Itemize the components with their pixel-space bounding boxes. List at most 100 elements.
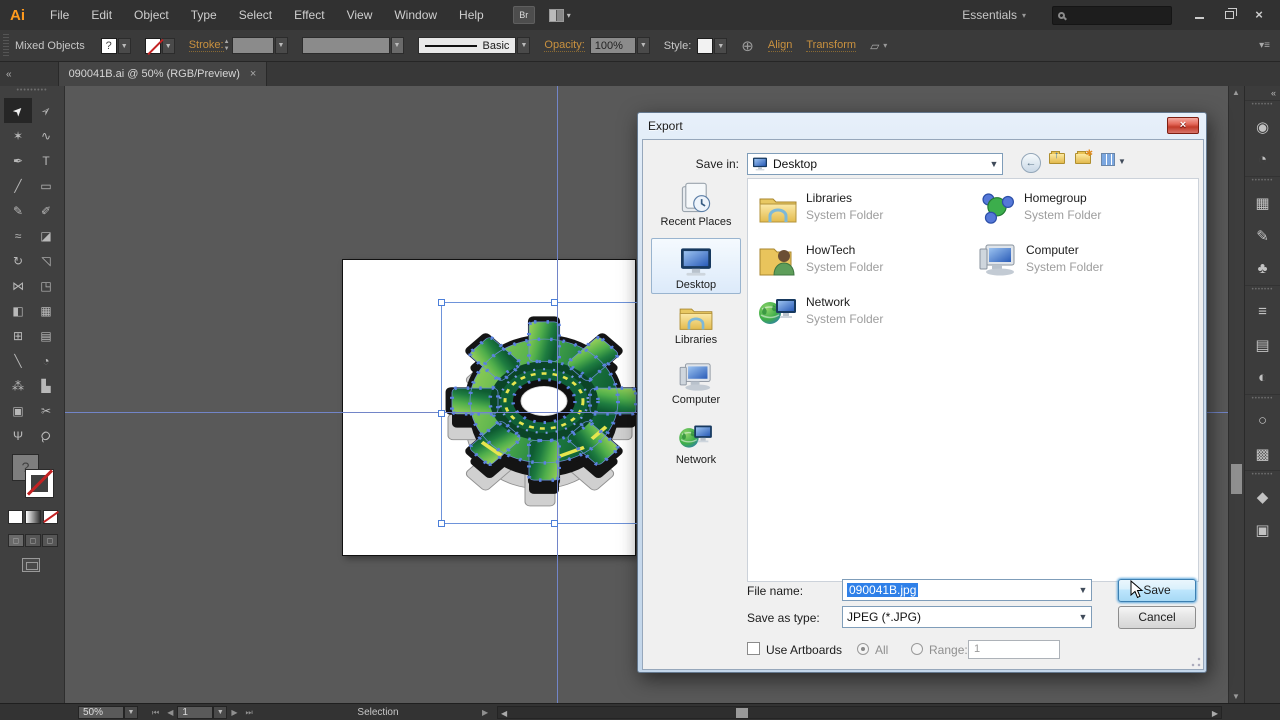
vertical-scrollbar[interactable]: ▲ ▼ — [1228, 86, 1244, 703]
perspective-grid-tool[interactable]: ▦ — [32, 298, 60, 323]
handle-mid-left[interactable] — [438, 410, 445, 417]
menu-view[interactable]: View — [336, 0, 384, 30]
brush-definition-field[interactable]: Basic — [418, 37, 517, 54]
artboard-dropdown-icon[interactable]: ▼ — [213, 706, 227, 719]
align-link[interactable]: Align — [768, 39, 792, 52]
all-radio[interactable] — [857, 643, 869, 655]
handle-top-mid[interactable] — [551, 299, 558, 306]
shaper-tool[interactable]: ≈ — [4, 223, 32, 248]
lasso-tool[interactable]: ∿ — [32, 123, 60, 148]
menu-type[interactable]: Type — [180, 0, 228, 30]
brushes-panel-icon[interactable]: ✎ — [1245, 219, 1280, 252]
stroke-weight-stepper[interactable]: ▲▼ — [224, 39, 230, 53]
direct-selection-tool[interactable]: ➢ — [32, 98, 60, 123]
type-tool[interactable]: T — [32, 148, 60, 173]
expand-panels-icon[interactable]: « — [1245, 86, 1280, 100]
handle-bottom-left[interactable] — [438, 520, 445, 527]
drag-handle[interactable] — [3, 34, 9, 58]
file-item-homegroup[interactable]: HomegroupSystem Folder — [978, 191, 1101, 225]
dialog-title-bar[interactable]: Export — [638, 113, 1206, 139]
handle-bottom-mid[interactable] — [551, 520, 558, 527]
stroke-weight-field[interactable] — [232, 37, 274, 54]
draw-inside-button[interactable]: ◻ — [42, 534, 58, 547]
slice-tool[interactable]: ✂ — [32, 398, 60, 423]
graphic-styles-panel-icon[interactable]: ▩ — [1245, 437, 1280, 470]
color-button[interactable] — [8, 510, 23, 524]
scroll-left-icon[interactable]: ◀ — [501, 709, 507, 718]
color-guide-panel-icon[interactable]: ◔ — [1245, 143, 1280, 176]
stroke-swatch-none[interactable] — [145, 38, 161, 54]
collapse-panels-icon[interactable]: « — [6, 69, 12, 80]
file-list[interactable]: LibrariesSystem Folder HowTechSystem Fol… — [747, 178, 1199, 582]
file-item-computer[interactable]: ComputerSystem Folder — [978, 243, 1103, 277]
symbols-panel-icon[interactable]: ♣ — [1245, 252, 1280, 285]
previous-artboard-icon[interactable]: ◀ — [163, 708, 177, 717]
paintbrush-tool[interactable]: ✎ — [4, 198, 32, 223]
range-input[interactable]: 1 — [968, 640, 1060, 659]
rectangle-tool[interactable]: ▭ — [32, 173, 60, 198]
chevron-down-icon[interactable]: ▼ — [118, 38, 131, 54]
horizontal-scrollbar[interactable]: ◀ ▶ — [497, 706, 1222, 719]
save-as-type-combo[interactable]: JPEG (*.JPG) ▼ — [842, 606, 1092, 628]
scroll-right-icon[interactable]: ▶ — [1212, 709, 1218, 718]
chevron-down-icon[interactable]: ▼ — [275, 37, 288, 54]
last-artboard-icon[interactable]: ⏭ — [242, 708, 257, 718]
menu-window[interactable]: Window — [383, 0, 448, 30]
symbol-sprayer-tool[interactable]: ⁂ — [4, 373, 32, 398]
screen-mode-button[interactable] — [22, 558, 40, 572]
variable-width-profile-field[interactable] — [302, 37, 390, 54]
document-tab[interactable]: 090041B.ai @ 50% (RGB/Preview) × — [58, 62, 268, 86]
shape-builder-tool[interactable]: ◧ — [4, 298, 32, 323]
cancel-button[interactable]: Cancel — [1118, 606, 1196, 629]
resize-grip[interactable] — [1191, 657, 1201, 667]
scale-tool[interactable]: ◹ — [32, 248, 60, 273]
isolate-selected-object-icon[interactable]: ▱ — [870, 39, 879, 53]
zoom-level-field[interactable]: 50% — [78, 706, 124, 719]
eyedropper-tool[interactable]: ╲ — [4, 348, 32, 373]
hand-tool[interactable]: Ψ — [4, 423, 32, 448]
none-button[interactable] — [43, 510, 58, 524]
scroll-down-icon[interactable]: ▼ — [1232, 692, 1240, 701]
gradient-tool[interactable]: ▤ — [32, 323, 60, 348]
status-expand-icon[interactable]: ▶ — [478, 708, 492, 717]
width-tool[interactable]: ⋈ — [4, 273, 32, 298]
pencil-tool[interactable]: ✐ — [32, 198, 60, 223]
bridge-button[interactable]: Br — [513, 6, 535, 24]
selection-tool[interactable]: ➤ — [4, 98, 32, 123]
place-recent-places[interactable]: Recent Places — [651, 182, 741, 228]
search-input[interactable] — [1052, 6, 1172, 25]
gradient-panel-icon[interactable]: ▤ — [1245, 328, 1280, 361]
document-setup-icon[interactable]: ⊕ — [741, 37, 754, 55]
chevron-down-icon[interactable]: ▼ — [517, 37, 530, 54]
chevron-down-icon[interactable]: ▼ — [637, 37, 650, 54]
artboards-panel-icon[interactable]: ▣ — [1245, 513, 1280, 546]
free-transform-tool[interactable]: ◳ — [32, 273, 60, 298]
minimize-button[interactable] — [1186, 6, 1212, 24]
selection-bounding-box[interactable] — [441, 302, 666, 524]
dialog-close-button[interactable]: × — [1167, 117, 1199, 134]
gradient-button[interactable] — [25, 510, 40, 524]
place-libraries[interactable]: Libraries — [651, 302, 741, 346]
file-item-libraries[interactable]: LibrariesSystem Folder — [758, 191, 883, 225]
stroke-panel-icon[interactable]: ≡ — [1245, 295, 1280, 328]
menu-edit[interactable]: Edit — [80, 0, 123, 30]
column-graph-tool[interactable]: ▙ — [32, 373, 60, 398]
horizontal-scroll-thumb[interactable] — [736, 708, 748, 718]
close-tab-icon[interactable]: × — [250, 68, 256, 80]
save-in-combo[interactable]: Desktop ▼ — [747, 153, 1003, 175]
draw-normal-button[interactable]: ◻ — [8, 534, 24, 547]
draw-behind-button[interactable]: ◻ — [25, 534, 41, 547]
panel-menu-icon[interactable]: ▾≡ — [1259, 40, 1270, 51]
place-network[interactable]: Network — [651, 422, 741, 466]
workspace-switcher[interactable]: Essentials ▾ — [962, 8, 1026, 22]
toolbox-drag-handle[interactable]: ••••••••• — [0, 86, 64, 98]
magic-wand-tool[interactable]: ✶ — [4, 123, 32, 148]
artboard-tool[interactable]: ▣ — [4, 398, 32, 423]
place-computer[interactable]: Computer — [651, 362, 741, 406]
new-folder-button[interactable]: ✱ — [1075, 153, 1091, 164]
mesh-tool[interactable]: ⊞ — [4, 323, 32, 348]
blend-tool[interactable]: ◔ — [32, 348, 60, 373]
chevron-down-icon[interactable]: ▼ — [391, 37, 404, 54]
stroke-swatch-control[interactable]: ▼ — [145, 38, 175, 54]
artboard-number-field[interactable]: 1 — [177, 706, 213, 719]
